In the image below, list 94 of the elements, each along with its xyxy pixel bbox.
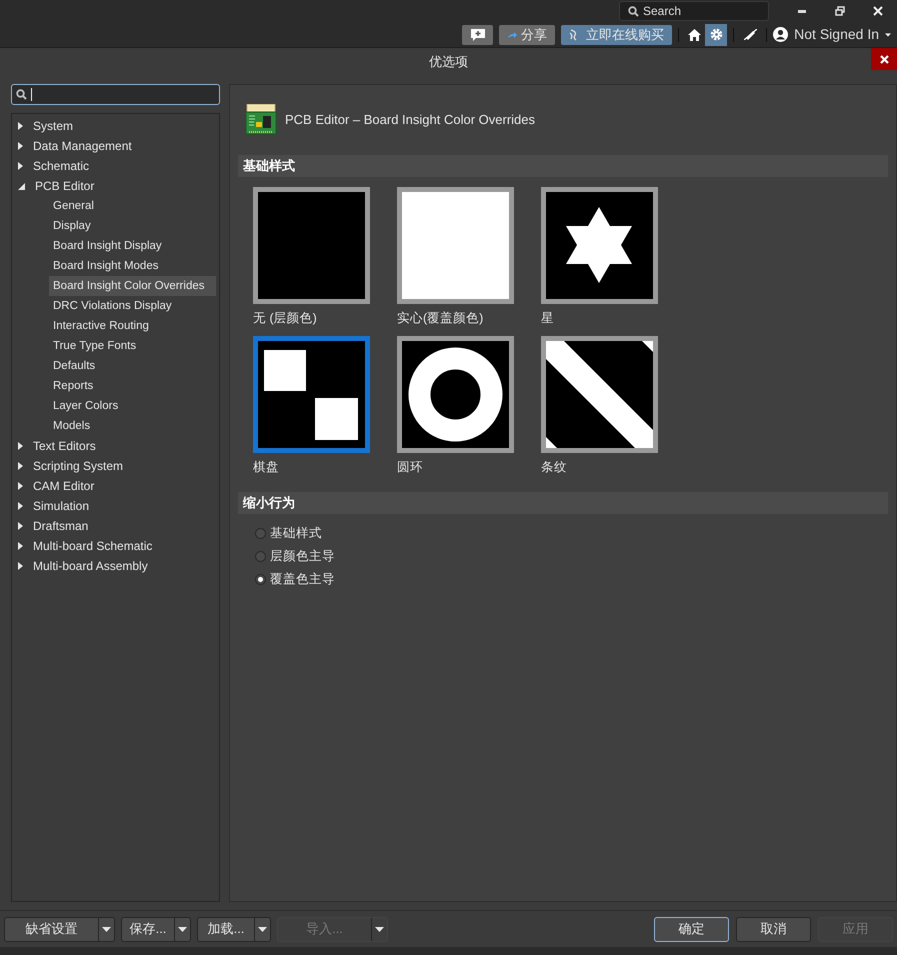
expand-arrow-icon[interactable]	[18, 122, 23, 130]
ring-pattern-icon	[402, 340, 509, 448]
tree-item[interactable]: Scripting System	[33, 457, 124, 475]
split-button[interactable]: 缺省设置	[4, 916, 115, 942]
pattern-label: 条纹	[541, 458, 568, 476]
search-input: Search	[643, 2, 753, 20]
radio-button[interactable]	[255, 528, 266, 538]
user-menu-button[interactable]: Not Signed In	[773, 24, 891, 46]
pattern-swatch[interactable]	[541, 336, 658, 453]
swirl-icon	[569, 28, 578, 40]
pattern-swatch[interactable]	[253, 336, 370, 453]
dialog-button[interactable]: 确定	[654, 916, 729, 942]
none-pattern-icon	[258, 192, 365, 299]
close-button[interactable]	[871, 48, 897, 70]
expand-arrow-icon[interactable]	[18, 442, 23, 450]
caret-icon	[258, 926, 267, 932]
tree-item[interactable]: System	[33, 117, 74, 135]
minimize-icon	[798, 10, 806, 12]
share-button[interactable]: 分享	[499, 24, 556, 44]
feedback-button[interactable]	[462, 24, 494, 44]
split-button[interactable]: 加载...	[197, 916, 271, 942]
expand-arrow-icon[interactable]	[18, 522, 23, 530]
settings-button[interactable]	[705, 24, 728, 46]
tree-item[interactable]: CAM Editor	[33, 477, 94, 495]
tree-item[interactable]: DRC Violations Display	[49, 296, 216, 316]
tree-item[interactable]: Board Insight Display	[49, 236, 216, 256]
pattern-label: 实心(覆盖颜色)	[397, 310, 484, 327]
comment-plus-icon	[470, 28, 486, 41]
pencil-slash-icon	[744, 29, 757, 40]
expand-arrow-icon[interactable]	[18, 562, 23, 570]
pattern-label: 无 (层颜色)	[253, 310, 318, 327]
search-field[interactable]: Search	[619, 1, 769, 21]
tree-item[interactable]: Board Insight Modes	[49, 256, 216, 276]
pattern-label: 圆环	[397, 458, 424, 476]
home-icon	[688, 28, 701, 40]
caret-icon	[375, 926, 384, 932]
split-button[interactable]: 保存...	[121, 916, 191, 942]
pattern-label: 棋盘	[253, 458, 280, 476]
expand-arrow-icon[interactable]	[18, 542, 23, 550]
search-icon	[628, 6, 639, 16]
tree-item[interactable]: Defaults	[49, 356, 216, 376]
tree-item[interactable]: Multi-board Assembly	[33, 557, 148, 575]
filter-field[interactable]	[11, 84, 220, 105]
caret-icon	[102, 926, 111, 932]
arrow-icon	[507, 30, 518, 38]
restore-icon	[835, 6, 845, 16]
section-heading: 缩小行为	[243, 494, 295, 512]
tree-item[interactable]: Models	[49, 416, 216, 436]
tree-item[interactable]: Display	[49, 216, 216, 236]
tree-item[interactable]: Reports	[49, 376, 216, 396]
pattern-label: 星	[541, 310, 555, 327]
pattern-swatch[interactable]	[541, 187, 658, 304]
caret-icon	[178, 926, 187, 932]
tree-item[interactable]: True Type Fonts	[49, 336, 216, 356]
search-icon	[16, 89, 27, 100]
checker-pattern-icon	[258, 340, 365, 448]
radio-label: 层颜色主导	[270, 548, 335, 565]
close-icon	[873, 6, 883, 16]
expand-arrow-icon[interactable]	[18, 462, 23, 470]
expand-arrow-icon[interactable]	[18, 162, 23, 170]
circuit-board-icon	[245, 104, 277, 136]
tree-item[interactable]: Data Management	[33, 137, 132, 155]
radio-label: 基础样式	[270, 524, 322, 542]
tree-item[interactable]: Schematic	[33, 157, 90, 175]
close-icon	[880, 54, 888, 64]
settings-icon	[710, 28, 723, 41]
tree-item[interactable]: PCB Editor	[35, 177, 94, 195]
tree-item[interactable]: Simulation	[33, 497, 90, 515]
stripe-pattern-icon	[546, 340, 653, 448]
star-pattern-icon	[546, 192, 653, 299]
tree-item[interactable]: Interactive Routing	[49, 316, 216, 336]
tree-item[interactable]: Multi-board Schematic	[33, 537, 152, 555]
tree-item[interactable]: Draftsman	[33, 517, 88, 535]
expand-arrow-icon[interactable]	[18, 142, 23, 150]
page-title: PCB Editor – Board Insight Color Overrides	[285, 111, 535, 130]
pattern-swatch[interactable]	[253, 187, 370, 304]
tree-item[interactable]: Layer Colors	[49, 396, 216, 416]
pattern-swatch[interactable]	[397, 187, 514, 304]
collapse-arrow-icon[interactable]	[18, 182, 25, 190]
expand-arrow-icon[interactable]	[18, 482, 23, 490]
tree-item[interactable]: Text Editors	[33, 437, 96, 455]
user-icon	[773, 27, 788, 42]
tree-item[interactable]: Board Insight Color Overrides	[49, 276, 216, 296]
radio-label: 覆盖色主导	[270, 570, 335, 588]
radio-button[interactable]	[255, 574, 266, 584]
section-heading: 基础样式	[243, 157, 295, 176]
radio-button[interactable]	[255, 550, 266, 562]
dialog-button[interactable]: 取消	[736, 916, 811, 942]
pattern-swatch[interactable]	[397, 336, 514, 453]
solid-pattern-icon	[402, 192, 509, 299]
dialog-title: 优选项	[429, 52, 468, 71]
tree-item[interactable]: General	[49, 196, 216, 216]
caret-icon	[885, 32, 891, 36]
expand-arrow-icon[interactable]	[18, 502, 23, 510]
